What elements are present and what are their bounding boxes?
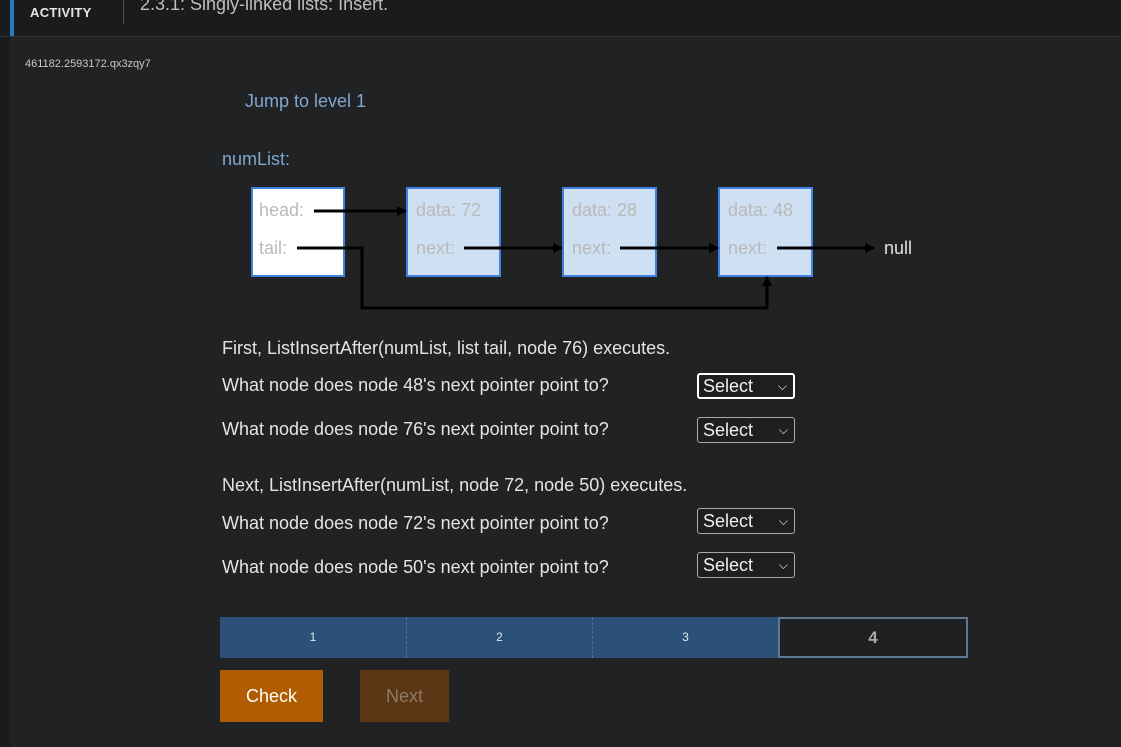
select-value: Select — [703, 511, 754, 531]
answer-select-node-72[interactable]: Select ⌵ — [697, 508, 795, 534]
head-label: head: — [259, 200, 304, 220]
node-28-next: next: — [572, 238, 611, 258]
node-28-data: data: 28 — [572, 200, 637, 220]
answer-select-node-76[interactable]: Select ⌵ — [697, 417, 795, 443]
list-name-label: numList: — [222, 149, 291, 169]
statement-2: Next, ListInsertAfter(numList, node 72, … — [222, 475, 688, 495]
check-button[interactable]: Check — [220, 670, 323, 722]
activity-id: 461182.2593172.qx3zqy7 — [25, 58, 151, 70]
null-label: null — [884, 238, 912, 258]
level-progress-bar: 1 2 3 4 — [220, 617, 968, 658]
level-4-segment[interactable]: 4 — [778, 617, 968, 658]
question-node-72: What node does node 72's next pointer po… — [222, 513, 609, 533]
level-1-segment[interactable]: 1 — [220, 617, 407, 658]
select-value: Select — [703, 555, 754, 575]
level-3-segment[interactable]: 3 — [593, 617, 778, 658]
chevron-down-icon: ⌵ — [778, 514, 788, 528]
chevron-down-icon: ⌵ — [778, 558, 788, 572]
jump-to-level-link[interactable]: Jump to level 1 — [245, 91, 366, 112]
answer-select-node-48[interactable]: Select ⌵ — [697, 373, 795, 399]
tail-pointer-arrow — [297, 246, 772, 310]
node-48-data: data: 48 — [728, 200, 793, 220]
activity-label: ACTIVITY — [30, 5, 92, 20]
statement-1: First, ListInsertAfter(numList, list tai… — [222, 338, 671, 358]
select-value: Select — [703, 420, 754, 440]
answer-select-node-50[interactable]: Select ⌵ — [697, 552, 795, 578]
header-divider — [123, 0, 124, 24]
node-72-data: data: 72 — [416, 200, 481, 220]
activity-title: 2.3.1: Singly-linked lists: Insert. — [140, 0, 389, 14]
next-button[interactable]: Next — [360, 670, 449, 722]
select-value: Select — [703, 376, 754, 396]
question-node-50: What node does node 50's next pointer po… — [222, 557, 609, 577]
chevron-down-icon: ⌵ — [777, 379, 787, 393]
tail-label: tail: — [259, 238, 287, 258]
chevron-down-icon: ⌵ — [778, 423, 788, 437]
node-48-next: next: — [728, 238, 767, 258]
top-bar: ACTIVITY 2.3.1: Singly-linked lists: Ins… — [0, 0, 1121, 37]
accent-bar — [10, 0, 14, 36]
question-node-76: What node does node 76's next pointer po… — [222, 419, 609, 439]
question-node-48: What node does node 48's next pointer po… — [222, 375, 609, 395]
linked-list-diagram: head: tail: data: 72 next: data: 28 next… — [251, 187, 912, 310]
node-72-next: next: — [416, 238, 455, 258]
level-2-segment[interactable]: 2 — [407, 617, 593, 658]
